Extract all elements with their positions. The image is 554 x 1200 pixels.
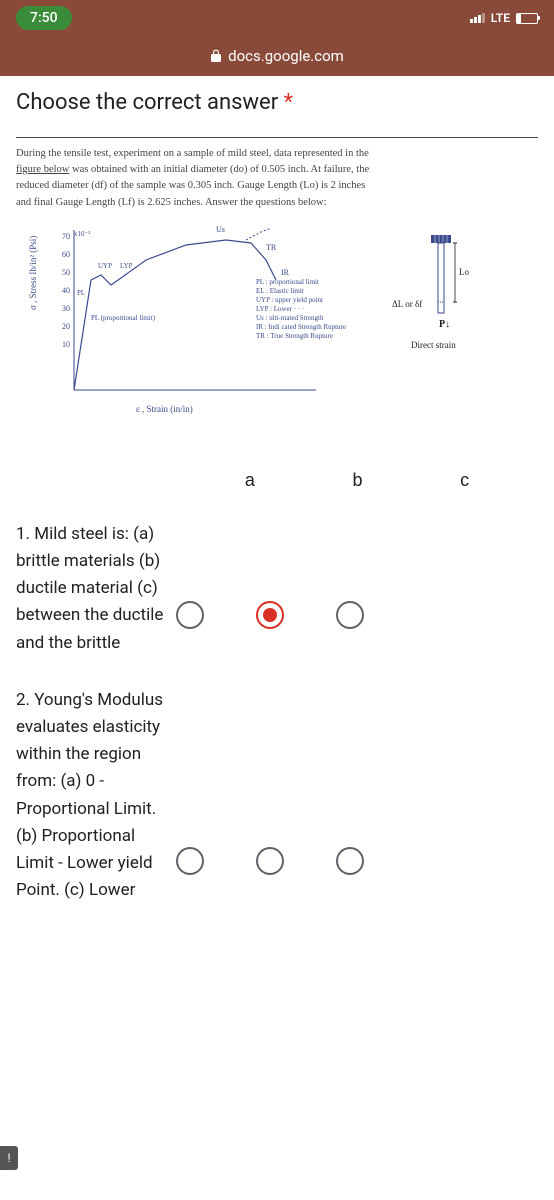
label-pl-left: PL — [77, 289, 85, 297]
column-headers: a b c — [196, 470, 518, 491]
svg-text:Direct strain: Direct strain — [411, 340, 456, 350]
network-label: LTE — [491, 11, 510, 25]
battery-icon — [516, 13, 538, 24]
lock-icon — [210, 49, 222, 63]
question-2: 2. Young's Modulus evaluates elasticity … — [16, 687, 538, 905]
q1-option-a[interactable] — [176, 601, 204, 629]
svg-text:ΔL or δf: ΔL or δf — [392, 299, 422, 309]
q1-option-c[interactable] — [336, 601, 364, 629]
specimen-diagram: ΔL or δf Lo P↓ Direct strain — [391, 230, 491, 370]
ylabel: σ , Stress Ib/in² (Psi) — [28, 236, 38, 310]
q2-option-b[interactable] — [256, 847, 284, 875]
passage-line-1: During the tensile test, experiment on a… — [16, 146, 538, 161]
graph-legend: PL : proportional limit EL : Elastic lim… — [256, 278, 346, 342]
label-uyp: UYP — [98, 262, 112, 270]
label-us: Us — [216, 225, 225, 234]
question-1-text: 1. Mild steel is: (a) brittle materials … — [16, 521, 176, 657]
q2-option-a[interactable] — [176, 847, 204, 875]
question-1: 1. Mild steel is: (a) brittle materials … — [16, 521, 538, 657]
svg-text:P↓: P↓ — [439, 319, 450, 330]
label-ir: IR — [281, 268, 290, 277]
side-notification-badge[interactable]: ! — [0, 1146, 18, 1170]
label-tr: TR — [266, 243, 277, 252]
passage-line-3: reduced diameter (df) of the sample was … — [16, 178, 538, 193]
browser-url-bar[interactable]: docs.google.com — [0, 36, 554, 76]
xlabel: ε , Strain (in/in) — [136, 404, 193, 414]
time-pill: 7:50 — [16, 6, 72, 30]
y-ticks: 70 60 50 40 30 20 10 — [54, 232, 70, 358]
passage-line-2: figure below was obtained with an initia… — [16, 162, 538, 177]
url-text: docs.google.com — [228, 47, 344, 65]
col-b: b — [353, 470, 363, 491]
col-c: c — [460, 470, 469, 491]
label-lyp: LYP — [120, 262, 133, 270]
required-star: * — [284, 90, 293, 115]
passage-line-4: and final Gauge Length (Lf) is 2.625 inc… — [16, 195, 538, 210]
passage-block: During the tensile test, experiment on a… — [16, 137, 538, 210]
page-title: Choose the correct answer * — [16, 90, 538, 115]
stress-strain-graph: Us TR IR UYP LYP PL PL (proportional lim… — [36, 220, 496, 440]
col-a: a — [245, 470, 255, 491]
status-bar: 7:50 LTE — [0, 0, 554, 36]
label-pl-curve: PL (proportional limit) — [91, 314, 156, 322]
q2-option-c[interactable] — [336, 847, 364, 875]
signal-icon — [470, 13, 485, 23]
label-exp: x10⁻³ — [74, 230, 90, 238]
question-2-text: 2. Young's Modulus evaluates elasticity … — [16, 687, 176, 905]
status-right: LTE — [470, 11, 538, 25]
question-2-options — [176, 687, 364, 875]
svg-text:Lo: Lo — [459, 267, 469, 277]
question-1-options — [176, 521, 364, 629]
questions: 1. Mild steel is: (a) brittle materials … — [0, 521, 554, 904]
page-content: Choose the correct answer * During the t… — [0, 76, 554, 491]
q1-option-b[interactable] — [256, 601, 284, 629]
